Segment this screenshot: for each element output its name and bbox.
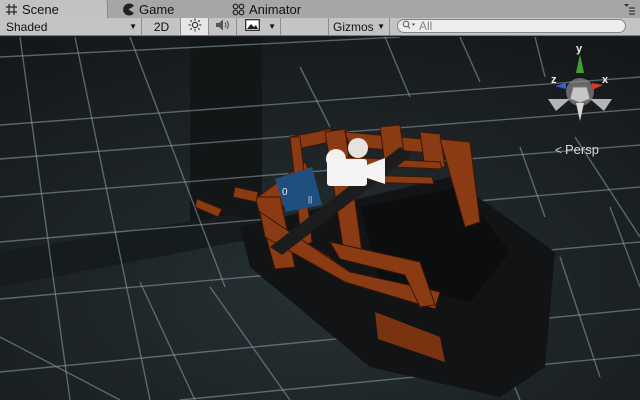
dropdown-arrow-icon: ▼: [377, 22, 385, 31]
speaker-icon: [215, 18, 231, 35]
tab-game[interactable]: Game: [118, 0, 174, 18]
animator-icon: [232, 3, 245, 16]
pacman-icon: [122, 3, 135, 16]
image-icon: [245, 19, 260, 34]
shading-mode-dropdown[interactable]: Shaded ▼: [0, 18, 142, 35]
tab-scene-label: Scene: [22, 1, 59, 17]
svg-text:||: ||: [308, 195, 312, 204]
shading-mode-label: Shaded: [6, 19, 48, 34]
projection-label: Persp: [565, 142, 599, 157]
scene-audio-toggle[interactable]: [209, 18, 237, 35]
window-tab-bar: Scene Game Animator: [0, 0, 640, 19]
axis-y-label: y: [576, 43, 583, 55]
tab-game-label: Game: [139, 1, 175, 17]
hash-icon: [5, 3, 18, 16]
axis-z-label: z: [551, 74, 557, 86]
gizmos-label: Gizmos: [333, 19, 374, 34]
2d-mode-label: 2D: [153, 19, 170, 34]
gizmos-dropdown[interactable]: Gizmos ▼: [328, 18, 390, 35]
scene-effects-dropdown[interactable]: ▼: [237, 18, 281, 35]
sun-icon: [188, 18, 202, 35]
tab-animator-label: Animator: [249, 1, 302, 17]
scene-viewport[interactable]: 0 || y z x < Persp: [0, 37, 640, 400]
axis-x-label: x: [602, 74, 609, 86]
projection-toggle[interactable]: < Persp: [555, 142, 599, 157]
tab-animator[interactable]: Animator: [228, 0, 301, 18]
2d-mode-button[interactable]: 2D: [143, 18, 181, 35]
scene-toolbar: Shaded ▼ 2D ▼ Gizmos ▼ All: [0, 18, 640, 36]
tab-scene[interactable]: Scene: [0, 0, 108, 18]
search-input[interactable]: All: [397, 19, 626, 33]
scene-render: 0 || y z x: [0, 37, 640, 400]
dropdown-arrow-icon: ▼: [129, 22, 137, 31]
dropdown-arrow-icon: ▼: [268, 22, 276, 31]
projection-arrow-icon: <: [555, 142, 563, 157]
scene-lighting-toggle[interactable]: [181, 18, 209, 35]
svg-text:0: 0: [282, 187, 288, 198]
search-placeholder: All: [419, 19, 433, 33]
menu-icon[interactable]: [622, 2, 636, 16]
search-icon: [402, 19, 417, 33]
